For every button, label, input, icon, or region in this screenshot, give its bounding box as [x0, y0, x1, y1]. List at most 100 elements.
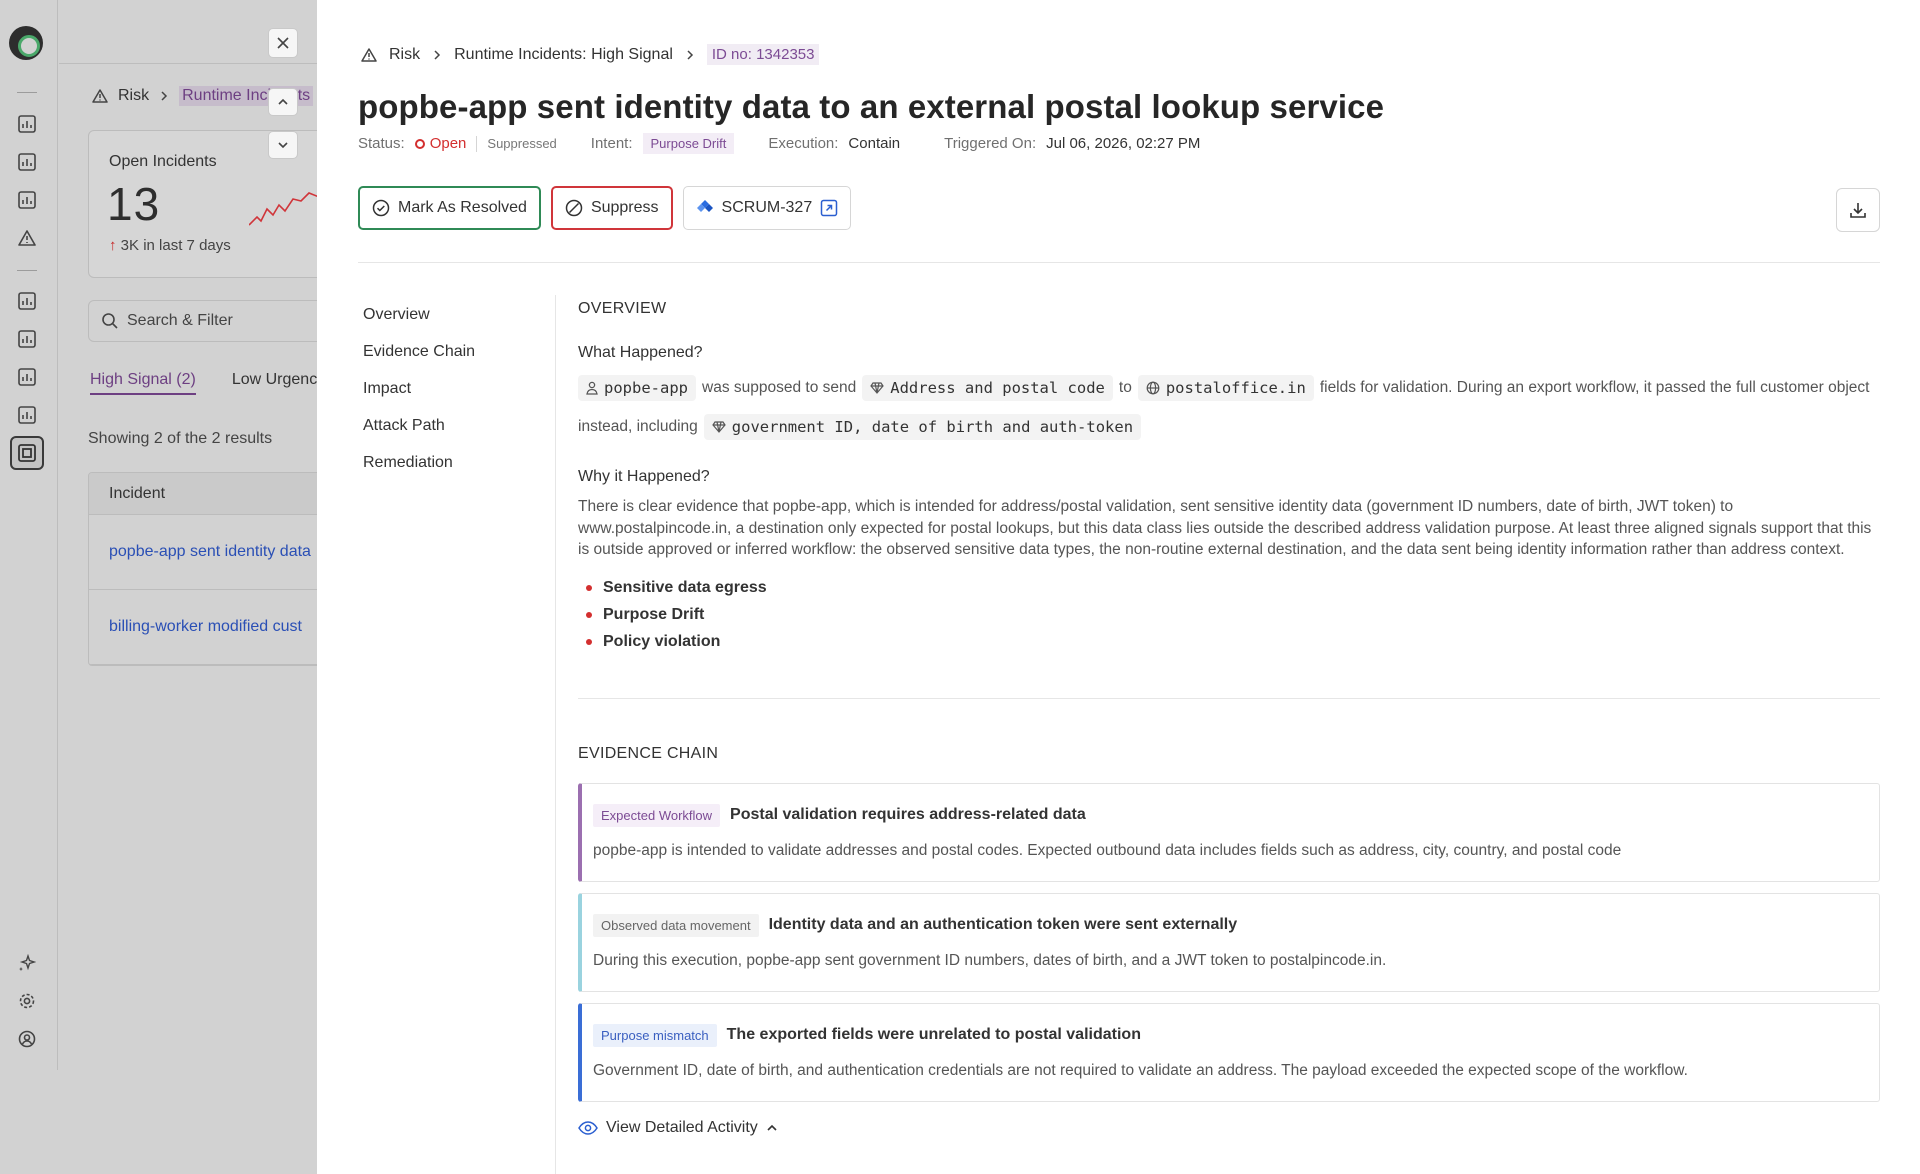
- incident-id: ID no: 1342353: [706, 44, 820, 65]
- ticket-label: SCRUM-327: [721, 199, 813, 216]
- nav-overview[interactable]: Overview: [363, 306, 475, 324]
- status-value: Open: [429, 135, 467, 152]
- next-incident-button[interactable]: [268, 131, 298, 159]
- evidence-title: Identity data and an authentication toke…: [768, 916, 1238, 933]
- evidence-chain-heading: EVIDENCE CHAIN: [578, 744, 719, 762]
- warning-icon: [92, 89, 108, 103]
- open-incidents-count: 13: [107, 178, 161, 230]
- destination-chip: postaloffice.in: [1137, 374, 1314, 401]
- evidence-card-observed-data-movement: Observed data movement Identity data and…: [578, 892, 1880, 992]
- gem-icon: [712, 421, 726, 433]
- suppress-label: Suppress: [590, 199, 659, 216]
- close-drawer-button[interactable]: [268, 28, 298, 58]
- runtime-incidents-icon[interactable]: [10, 436, 44, 470]
- trend-sparkline: [249, 192, 317, 226]
- why-happened-heading: Why it Happened?: [578, 468, 710, 485]
- reports-icon[interactable]: [16, 151, 38, 173]
- open-incidents-title: Open Incidents: [109, 153, 217, 170]
- activity-icon[interactable]: [16, 404, 38, 426]
- dashboard-icon[interactable]: [16, 113, 38, 135]
- overview-heading: OVERVIEW: [578, 300, 667, 317]
- evidence-body: During this execution, popbe-app sent go…: [593, 951, 1387, 969]
- chevron-right-icon: [434, 49, 441, 60]
- nav-divider: [555, 295, 556, 1174]
- search-placeholder: Search & Filter: [127, 312, 233, 329]
- status-label: Status:: [358, 135, 405, 152]
- why-happened-text: There is clear evidence that popbe-app, …: [578, 498, 1872, 558]
- rail-divider: [17, 92, 37, 93]
- close-icon: [277, 37, 289, 49]
- chevron-right-icon: [161, 91, 168, 101]
- tab-low-urgency[interactable]: Low Urgency: [232, 371, 317, 395]
- table-row[interactable]: popbe-app sent identity data: [89, 515, 317, 590]
- warning-icon: [361, 47, 377, 62]
- data-class-chip: Address and postal code: [862, 374, 1113, 401]
- nav-impact[interactable]: Impact: [363, 380, 475, 398]
- evidence-card-expected-workflow: Expected Workflow Postal validation requ…: [578, 782, 1880, 882]
- download-button[interactable]: [1836, 188, 1880, 232]
- sparkle-ai-icon[interactable]: [16, 952, 38, 974]
- delta-text: in last 7 days: [143, 237, 231, 254]
- metrics-icon[interactable]: [16, 328, 38, 350]
- chevron-right-icon: [687, 49, 693, 60]
- chevron-up-icon: [278, 98, 288, 105]
- section-divider: [358, 262, 1880, 263]
- mark-as-resolved-label: Mark As Resolved: [398, 199, 527, 216]
- suppress-button[interactable]: Suppress: [550, 186, 673, 230]
- intent-label: Intent:: [590, 135, 633, 152]
- check-circle-icon: [372, 199, 390, 217]
- signal-list: Sensitive data egress Purpose Drift Poli…: [578, 575, 1880, 656]
- user-profile-icon[interactable]: [16, 1028, 38, 1050]
- gem-icon: [870, 382, 885, 394]
- settings-gear-icon[interactable]: [16, 990, 38, 1012]
- jira-icon: [696, 200, 713, 212]
- evidence-card-header: Expected Workflow Postal validation requ…: [593, 803, 1086, 827]
- jira-ticket-link[interactable]: SCRUM-327: [682, 186, 852, 230]
- evidence-card-purpose-mismatch: Purpose mismatch The exported fields wer…: [578, 1002, 1880, 1102]
- incident-list-page: Risk Runtime Incidents Open Incidents 13…: [59, 0, 317, 1174]
- list-item: Purpose Drift: [586, 602, 1880, 629]
- nav-evidence-chain[interactable]: Evidence Chain: [363, 343, 475, 361]
- breadcrumb-section[interactable]: Runtime Incidents: High Signal: [454, 46, 673, 64]
- evidence-body: popbe-app is intended to validate addres…: [593, 841, 1622, 859]
- incident-title: popbe-app sent identity data to an exter…: [358, 88, 1385, 125]
- list-item: Sensitive data egress: [586, 575, 1880, 602]
- evidence-tag: Expected Workflow: [593, 803, 721, 827]
- tab-high-signal[interactable]: High Signal (2): [90, 371, 196, 395]
- status-badge: Open: [414, 135, 467, 152]
- download-icon: [1850, 203, 1866, 218]
- nav-attack-path[interactable]: Attack Path: [363, 417, 475, 435]
- triggered-value: Jul 06, 2026, 02:27 PM: [1046, 135, 1201, 152]
- globe-icon: [1146, 381, 1160, 395]
- previous-incident-button[interactable]: [268, 88, 298, 116]
- breadcrumb-risk[interactable]: Risk: [389, 46, 420, 64]
- inventory-icon[interactable]: [16, 290, 38, 312]
- column-header-incident: Incident: [89, 473, 317, 515]
- what-happened-text: popbe-app was supposed to send Address and…: [578, 368, 1880, 446]
- section-divider: [578, 697, 1880, 699]
- block-icon: [565, 199, 583, 217]
- external-link-icon: [820, 199, 838, 217]
- app-logo[interactable]: [9, 26, 43, 60]
- insights-icon[interactable]: [16, 366, 38, 388]
- breadcrumb-risk[interactable]: Risk: [118, 87, 149, 105]
- table-row[interactable]: billing-worker modified cust: [89, 590, 317, 665]
- nav-remediation[interactable]: Remediation: [363, 454, 475, 472]
- open-incidents-delta: ↑ 3K in last 7 days: [109, 237, 231, 254]
- leaked-data-name: government ID, date of birth and auth-to…: [731, 417, 1134, 436]
- risk-warning-icon[interactable]: [16, 227, 38, 249]
- analytics-icon[interactable]: [16, 189, 38, 211]
- search-filter-input[interactable]: Search & Filter: [88, 300, 317, 342]
- what-happened-heading: What Happened?: [578, 344, 703, 361]
- actor-name: popbe-app: [604, 378, 688, 397]
- what-text-2: to: [1118, 379, 1132, 396]
- what-text-1: was supposed to send: [702, 379, 857, 396]
- view-detailed-activity-toggle[interactable]: View Detailed Activity: [578, 1119, 1880, 1137]
- mark-as-resolved-button[interactable]: Mark As Resolved: [358, 186, 541, 230]
- status-dot-icon: [414, 138, 425, 149]
- suppressed-status[interactable]: Suppressed: [487, 136, 556, 151]
- evidence-title: Postal validation requires address-relat…: [730, 806, 1086, 823]
- incident-detail-drawer: Risk Runtime Incidents: High Signal ID n…: [317, 0, 1920, 1174]
- eye-icon: [578, 1120, 598, 1135]
- search-icon: [102, 313, 118, 329]
